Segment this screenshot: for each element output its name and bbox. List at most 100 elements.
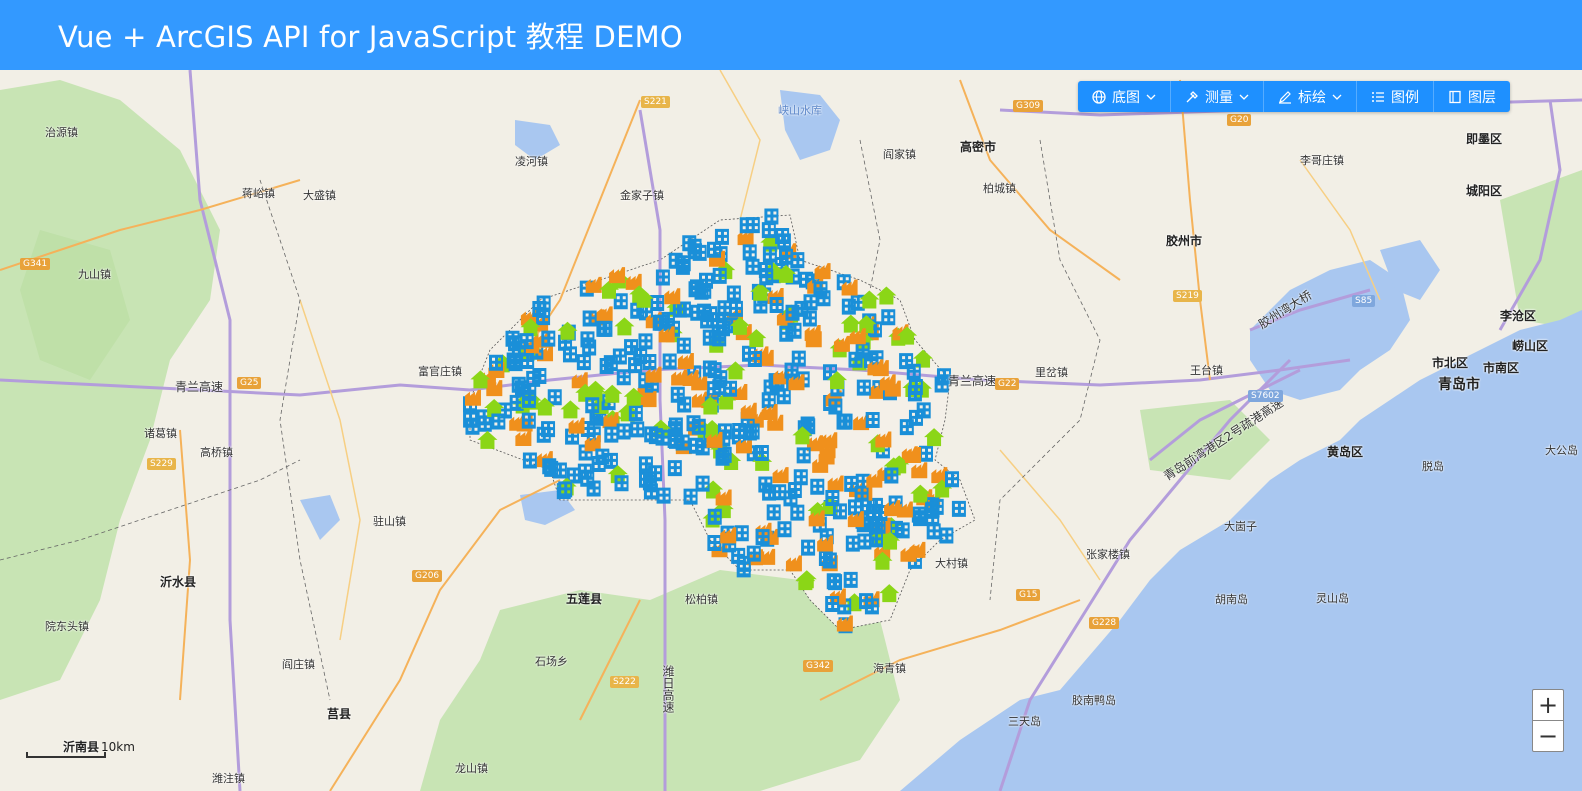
blue-building-marker[interactable] — [604, 426, 619, 443]
blue-building-marker[interactable] — [695, 475, 710, 492]
blue-building-marker[interactable] — [582, 339, 597, 356]
blue-building-marker[interactable] — [945, 471, 960, 488]
green-house-marker[interactable] — [910, 484, 931, 503]
blue-building-marker[interactable] — [816, 290, 831, 307]
blue-building-marker[interactable] — [519, 333, 534, 350]
blue-building-marker[interactable] — [825, 595, 840, 612]
blue-building-marker[interactable] — [783, 490, 798, 507]
orange-factory-marker[interactable] — [664, 288, 681, 305]
blue-building-marker[interactable] — [598, 320, 613, 337]
blue-building-marker[interactable] — [726, 285, 741, 302]
blue-building-marker[interactable] — [925, 501, 940, 518]
orange-factory-marker[interactable] — [677, 352, 694, 369]
blue-building-marker[interactable] — [734, 525, 749, 542]
blue-building-marker[interactable] — [522, 452, 537, 469]
blue-building-marker[interactable] — [682, 235, 697, 252]
orange-factory-marker[interactable] — [609, 267, 626, 284]
blue-building-marker[interactable] — [717, 446, 732, 463]
blue-building-marker[interactable] — [582, 310, 597, 327]
blue-building-marker[interactable] — [926, 523, 941, 540]
blue-building-marker[interactable] — [511, 376, 526, 393]
blue-building-marker[interactable] — [865, 411, 880, 428]
measure-button[interactable]: 测量 — [1171, 81, 1264, 112]
map-view[interactable] — [0, 70, 1582, 791]
blue-building-marker[interactable] — [881, 309, 896, 326]
orange-factory-marker[interactable] — [585, 276, 602, 293]
blue-building-marker[interactable] — [654, 314, 669, 331]
blue-building-marker[interactable] — [711, 325, 726, 342]
orange-factory-marker[interactable] — [515, 430, 532, 447]
blue-building-marker[interactable] — [702, 360, 717, 377]
blue-building-marker[interactable] — [939, 527, 954, 544]
blue-building-marker[interactable] — [667, 460, 682, 477]
blue-building-marker[interactable] — [746, 545, 761, 562]
blue-building-marker[interactable] — [769, 297, 784, 314]
orange-factory-marker[interactable] — [879, 374, 896, 391]
blue-building-marker[interactable] — [745, 258, 760, 275]
blue-building-marker[interactable] — [790, 504, 805, 521]
green-house-marker[interactable] — [879, 584, 900, 603]
orange-factory-marker[interactable] — [817, 535, 834, 552]
blue-building-marker[interactable] — [802, 310, 817, 327]
blue-building-marker[interactable] — [656, 487, 671, 504]
blue-building-marker[interactable] — [488, 354, 503, 371]
blue-building-marker[interactable] — [506, 352, 521, 369]
blue-building-marker[interactable] — [521, 412, 536, 429]
blue-building-marker[interactable] — [595, 448, 610, 465]
blue-building-marker[interactable] — [747, 351, 762, 368]
blue-building-marker[interactable] — [683, 488, 698, 505]
orange-factory-marker[interactable] — [785, 555, 802, 572]
blue-building-marker[interactable] — [491, 413, 506, 430]
green-house-marker[interactable] — [470, 370, 491, 389]
orange-factory-marker[interactable] — [814, 263, 831, 280]
blue-building-marker[interactable] — [675, 258, 690, 275]
blue-building-marker[interactable] — [676, 337, 691, 354]
blue-building-marker[interactable] — [638, 333, 653, 350]
green-house-marker[interactable] — [795, 572, 816, 591]
green-house-marker[interactable] — [560, 400, 581, 419]
blue-building-marker[interactable] — [694, 283, 709, 300]
orange-factory-marker[interactable] — [740, 402, 757, 419]
orange-factory-marker[interactable] — [909, 541, 926, 558]
blue-building-marker[interactable] — [855, 342, 870, 359]
blue-building-marker[interactable] — [791, 350, 806, 367]
blue-building-marker[interactable] — [717, 300, 732, 317]
blue-building-marker[interactable] — [576, 354, 591, 371]
blue-building-marker[interactable] — [859, 593, 874, 610]
orange-factory-marker[interactable] — [568, 417, 585, 434]
orange-factory-marker[interactable] — [931, 467, 948, 484]
blue-building-marker[interactable] — [934, 376, 949, 393]
blue-building-marker[interactable] — [662, 353, 677, 370]
blue-building-marker[interactable] — [616, 369, 631, 386]
blue-building-marker[interactable] — [667, 432, 682, 449]
orange-factory-marker[interactable] — [671, 369, 688, 386]
blue-building-marker[interactable] — [762, 246, 777, 263]
blue-building-marker[interactable] — [911, 506, 926, 523]
blue-building-marker[interactable] — [908, 409, 923, 426]
layers-button[interactable]: 图层 — [1434, 81, 1510, 112]
blue-building-marker[interactable] — [706, 241, 721, 258]
green-house-marker[interactable] — [725, 361, 746, 380]
blue-building-marker[interactable] — [796, 447, 811, 464]
blue-building-marker[interactable] — [828, 398, 843, 415]
blue-building-marker[interactable] — [754, 444, 769, 461]
blue-building-marker[interactable] — [848, 351, 863, 368]
blue-building-marker[interactable] — [521, 391, 536, 408]
blue-building-marker[interactable] — [520, 352, 535, 369]
green-house-marker[interactable] — [602, 384, 623, 403]
blue-building-marker[interactable] — [838, 413, 853, 430]
blue-building-marker[interactable] — [908, 379, 923, 396]
blue-building-marker[interactable] — [638, 456, 653, 473]
blue-building-marker[interactable] — [707, 508, 722, 525]
blue-building-marker[interactable] — [536, 426, 551, 443]
blue-building-marker[interactable] — [715, 449, 730, 466]
blue-building-marker[interactable] — [544, 460, 559, 477]
green-house-marker[interactable] — [876, 286, 897, 305]
basemap-button[interactable]: 底图 — [1078, 81, 1171, 112]
blue-building-marker[interactable] — [856, 379, 871, 396]
orange-factory-marker[interactable] — [464, 389, 481, 406]
blue-building-marker[interactable] — [755, 529, 770, 546]
blue-building-marker[interactable] — [614, 475, 629, 492]
blue-building-marker[interactable] — [688, 437, 703, 454]
orange-factory-marker[interactable] — [772, 467, 789, 484]
